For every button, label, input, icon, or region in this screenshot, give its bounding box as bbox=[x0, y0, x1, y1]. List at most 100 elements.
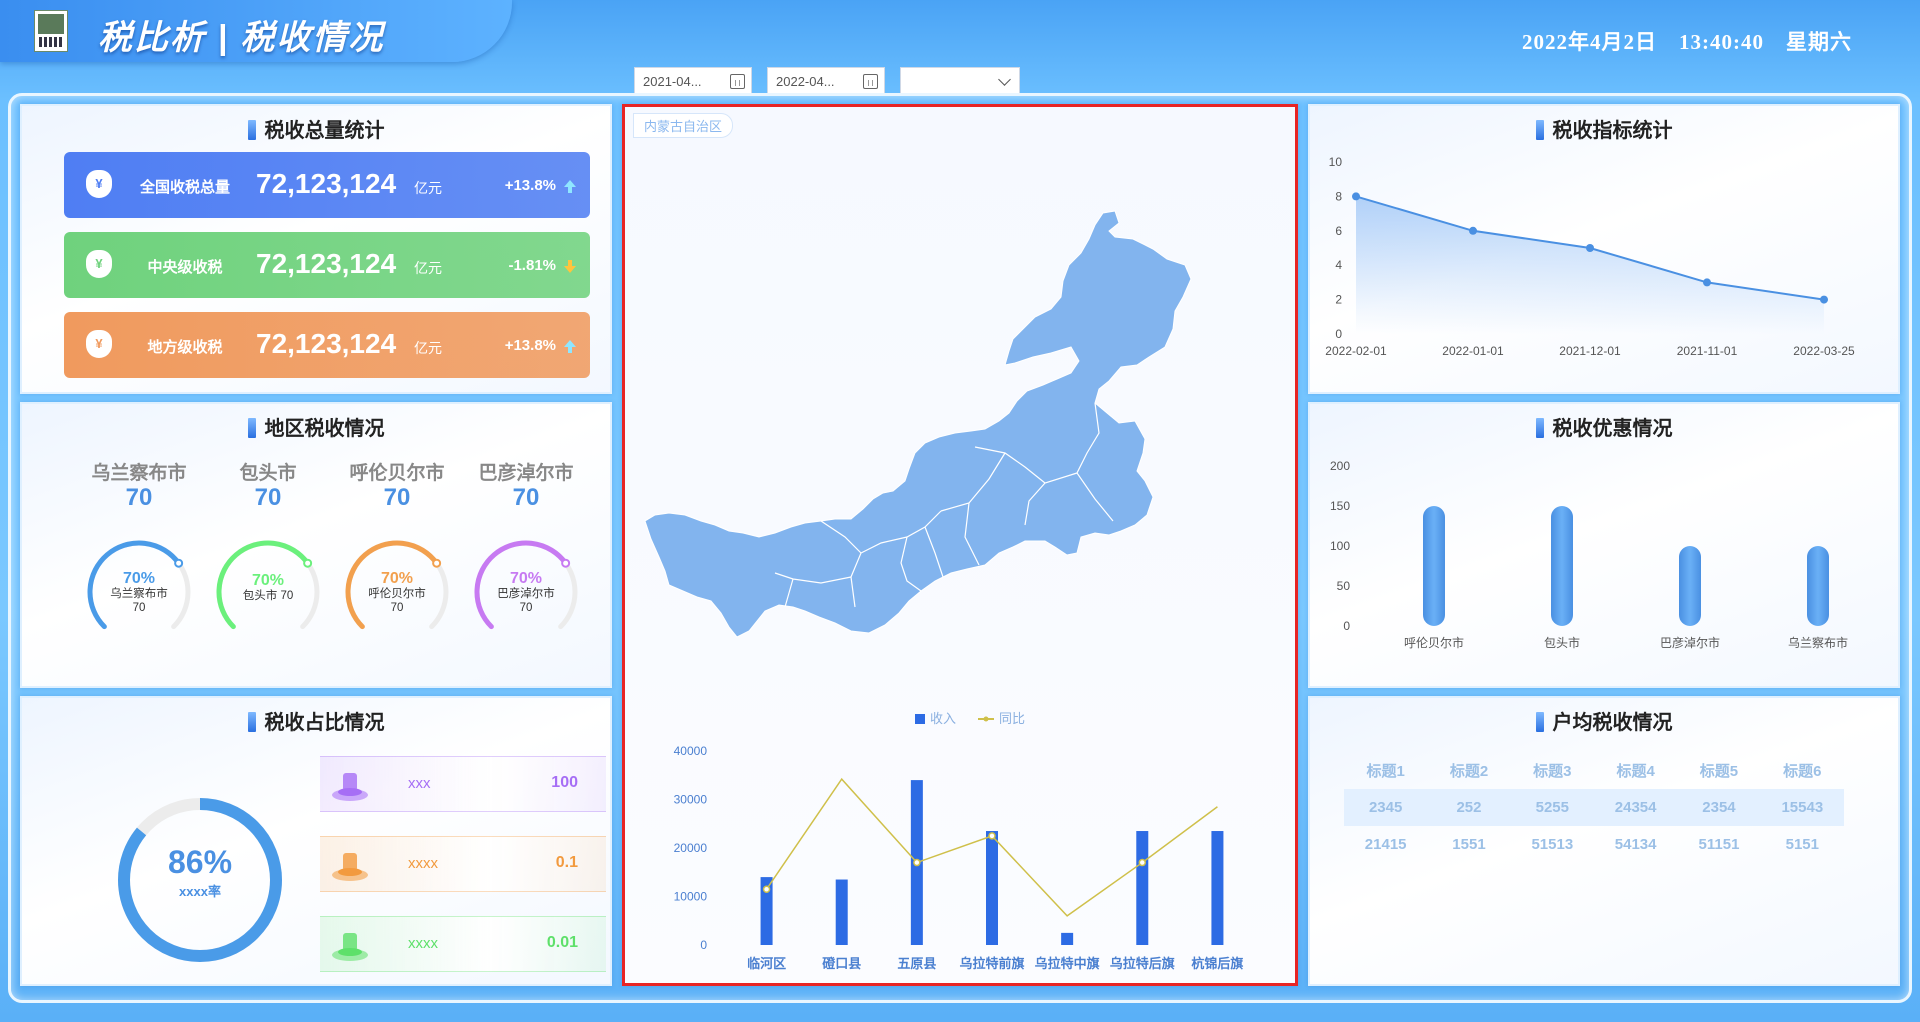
date-text: 2022年4月2日 bbox=[1522, 30, 1657, 54]
chart-legend: 收入 同比 bbox=[915, 711, 1025, 726]
y-tick-label: 6 bbox=[1335, 224, 1342, 238]
map-panel: 内蒙古自治区 收入 同比 0 10000 20000 30000 40000 临河区 磴口县 五原… bbox=[622, 104, 1298, 986]
discount-bar[interactable] bbox=[1423, 506, 1445, 626]
ratio-value: 0.01 bbox=[546, 934, 578, 951]
stat-row[interactable]: 全国收税总量 72,123,124 亿元 +13.8% bbox=[64, 152, 590, 218]
household-table: 标题1 标题2 标题3 标题4 标题5 标题6 2345 252 5255 24354 2354 1… bbox=[1344, 752, 1844, 863]
gauge-dot bbox=[174, 558, 184, 568]
table-cell: 21415 bbox=[1364, 836, 1407, 853]
gauge-text: 70% 呼伦贝尔市 70 bbox=[342, 570, 452, 615]
stat-row[interactable]: 地方级收税 72,123,124 亿元 +13.8% bbox=[64, 312, 590, 378]
y-tick-label: 10000 bbox=[674, 890, 708, 904]
stat-trend-icon bbox=[564, 180, 576, 193]
gauge-percent: 70% bbox=[251, 572, 285, 589]
gauge-value: 70 bbox=[132, 602, 146, 614]
discount-bar[interactable] bbox=[1551, 506, 1573, 626]
header: 税比析 | 税收情况 2022年4月2日 13:40:40 星期六 bbox=[0, 0, 1920, 64]
stat-value: 72,123,124 bbox=[256, 328, 397, 359]
inner-mongolia-map[interactable] bbox=[625, 107, 1295, 667]
income-bar[interactable] bbox=[1136, 831, 1149, 945]
area-point[interactable] bbox=[1703, 278, 1711, 287]
stat-unit: 亿元 bbox=[414, 180, 442, 196]
y-tick-label: 30000 bbox=[674, 793, 708, 807]
legend-yoy-dot bbox=[983, 716, 989, 722]
income-bar[interactable] bbox=[1211, 831, 1224, 945]
tax-index-panel: 税收指标统计 0 2 4 6 8 10 2022-02-01 2022-01-01 2021-1… bbox=[1308, 104, 1900, 394]
household-tax-panel: 户均税收情况 标题1 标题2 标题3 标题4 标题5 标题6 2345 252 5255 243… bbox=[1308, 696, 1900, 986]
x-tick-label: 巴彦淖尔市 bbox=[1660, 635, 1720, 650]
yoy-point[interactable] bbox=[1138, 858, 1147, 867]
donut-label: xxxx率 bbox=[179, 884, 221, 899]
gauge-label: 呼伦贝尔市 bbox=[368, 588, 426, 600]
table-cell: 54134 bbox=[1614, 836, 1657, 853]
y-tick-label: 100 bbox=[1330, 539, 1350, 553]
legend-yoy-label: 同比 bbox=[999, 711, 1025, 726]
discount-bar[interactable] bbox=[1807, 546, 1829, 626]
ratio-value: 0.1 bbox=[555, 854, 578, 871]
x-tick-label: 乌拉特前旗 bbox=[959, 956, 1024, 971]
stat-value: 72,123,124 bbox=[256, 248, 397, 279]
time-text: 13:40:40 bbox=[1679, 30, 1764, 54]
yoy-point[interactable] bbox=[988, 832, 996, 840]
area-point[interactable] bbox=[1352, 192, 1360, 201]
gauge-group bbox=[87, 540, 578, 630]
discount-bar[interactable] bbox=[1679, 546, 1701, 626]
table-header-cell: 标题2 bbox=[1449, 763, 1489, 780]
table-row: 2345 252 5255 24354 2354 15543 bbox=[1344, 789, 1844, 826]
stat-change: +13.8% bbox=[504, 177, 556, 194]
region-select[interactable] bbox=[900, 67, 1020, 95]
x-tick-label: 乌兰察布市 bbox=[1788, 635, 1848, 650]
ratio-name: xxxx bbox=[408, 935, 438, 952]
pedestal-icon bbox=[330, 847, 370, 883]
calendar-icon[interactable] bbox=[863, 74, 878, 89]
y-tick-label: 40000 bbox=[674, 744, 708, 758]
income-bar[interactable] bbox=[835, 879, 848, 945]
legend-income-swatch bbox=[915, 714, 925, 724]
table-row: 21415 1551 51513 54134 51151 5151 bbox=[1344, 826, 1844, 863]
table-cell: 51151 bbox=[1698, 836, 1740, 853]
panel-title: 户均税收情况 bbox=[1310, 706, 1898, 735]
stat-change: -1.81% bbox=[508, 257, 556, 274]
discount-bar-chart: 0 50 100 150 200 呼伦贝尔市 包头市 巴彦淖尔市 乌兰察布市 bbox=[1330, 459, 1848, 650]
ratio-row: xxxx 0.01 bbox=[320, 916, 606, 972]
x-tick-label: 2022-01-01 bbox=[1442, 344, 1504, 358]
region-tax-panel: 地区税收情况 乌兰察布市 70 包头市 70 呼伦贝尔市 70 巴彦淖尔市 70 70% 乌兰察… bbox=[20, 402, 612, 688]
tax-ratio-panel: 税收占比情况 86% xxxx率 xxx 100 xxxx 0.1 xxxx 0.01 bbox=[20, 696, 612, 986]
y-tick-label: 200 bbox=[1330, 459, 1350, 473]
panel-title: 税收总量统计 bbox=[22, 114, 610, 143]
y-tick-label: 0 bbox=[1335, 327, 1342, 341]
stat-label: 中央级收税 bbox=[147, 259, 223, 276]
title-banner: 税比析 | 税收情况 bbox=[0, 0, 512, 62]
stat-trend-icon bbox=[564, 260, 576, 273]
gauge-percent: 70% bbox=[380, 570, 414, 587]
gauge-dot bbox=[561, 558, 571, 568]
area-point[interactable] bbox=[1820, 295, 1828, 304]
gauge-label: 巴彦淖尔市 bbox=[497, 588, 555, 600]
pedestal-icon bbox=[330, 927, 370, 963]
stat-row[interactable]: 中央级收税 72,123,124 亿元 -1.81% bbox=[64, 232, 590, 298]
stat-change: +13.8% bbox=[504, 337, 556, 354]
start-date-picker[interactable]: 2021-04... bbox=[634, 67, 752, 95]
x-tick-label: 包头市 bbox=[1544, 635, 1580, 650]
income-bar[interactable] bbox=[1061, 932, 1074, 945]
area-point[interactable] bbox=[1469, 226, 1477, 235]
ratio-row: xxx 100 bbox=[320, 756, 606, 812]
yoy-point[interactable] bbox=[762, 885, 771, 893]
end-date-picker[interactable]: 2022-04... bbox=[767, 67, 885, 95]
ratio-row: xxxx 0.1 bbox=[320, 836, 606, 892]
table-cell: 2354 bbox=[1677, 789, 1761, 826]
map-region[interactable] bbox=[644, 210, 1192, 638]
gauge-label: 包头市 70 bbox=[242, 590, 294, 602]
yoy-point[interactable] bbox=[913, 858, 921, 867]
stat-unit: 亿元 bbox=[414, 260, 442, 276]
income-bar[interactable] bbox=[986, 831, 998, 945]
x-tick-label: 2021-11-01 bbox=[1677, 344, 1738, 358]
area-point[interactable] bbox=[1586, 244, 1594, 252]
stat-value: 72,123,124 bbox=[256, 168, 397, 199]
y-tick-label: 4 bbox=[1335, 258, 1342, 272]
calendar-icon[interactable] bbox=[730, 74, 745, 89]
gauge-text: 70% 包头市 70 bbox=[213, 572, 323, 603]
table-header-cell: 标题1 bbox=[1366, 763, 1405, 780]
x-tick-label: 五原县 bbox=[897, 956, 936, 971]
y-tick-label: 150 bbox=[1330, 499, 1350, 513]
